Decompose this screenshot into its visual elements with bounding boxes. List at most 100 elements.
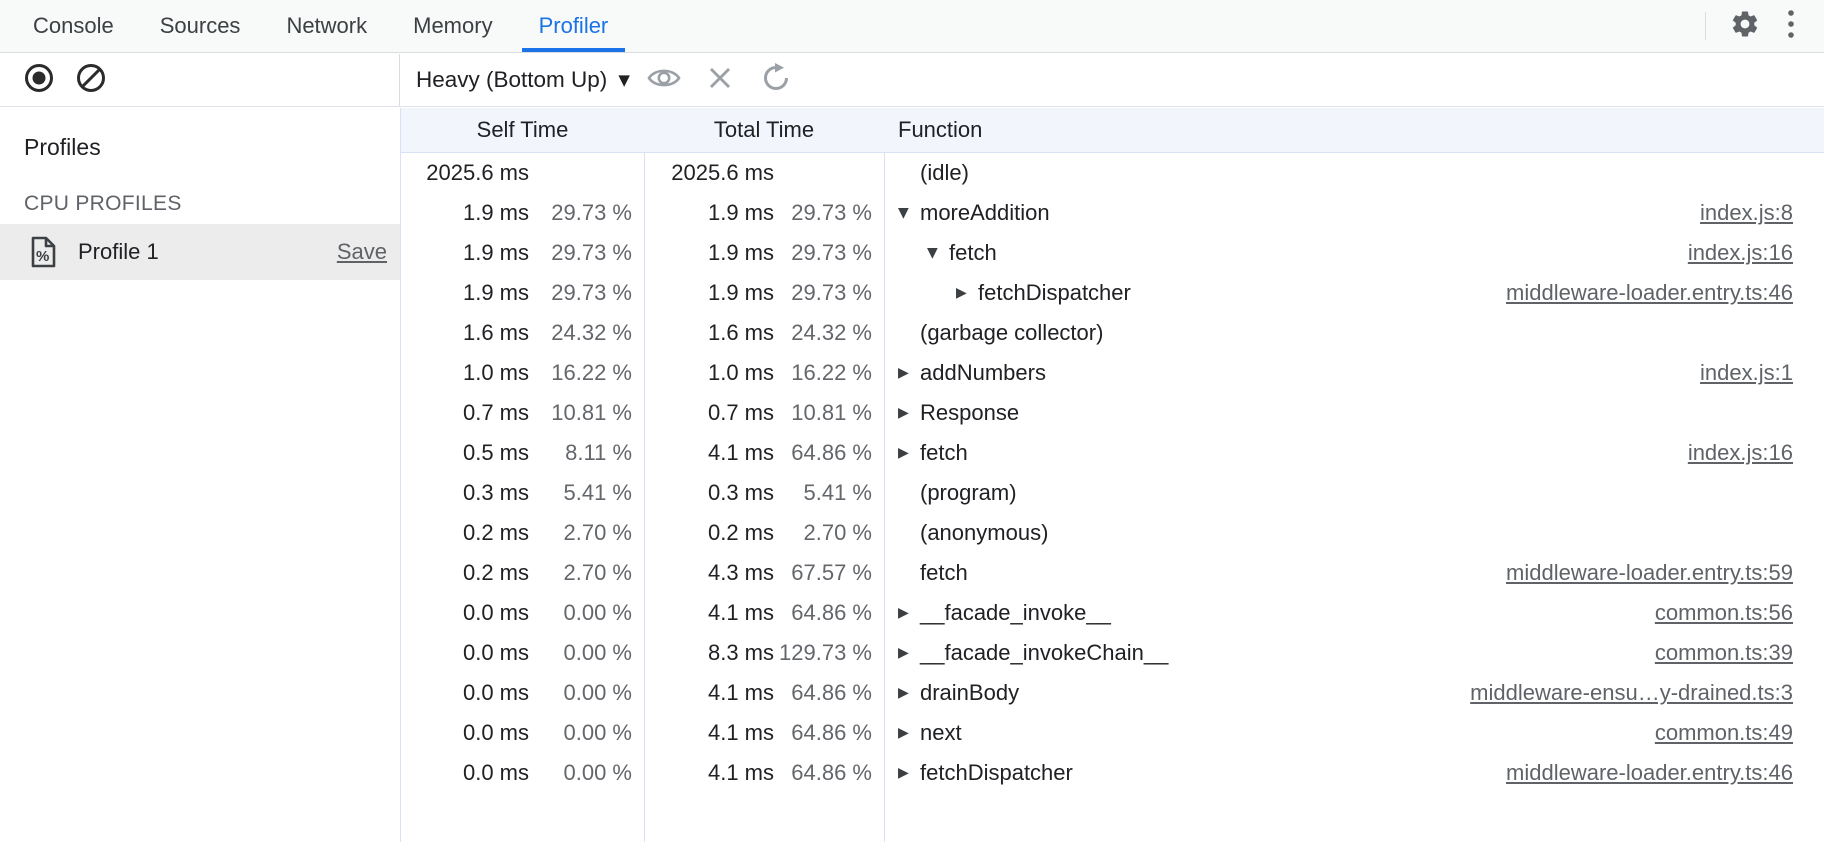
source-location-link[interactable]: middleware-loader.entry.ts:46 [1506, 280, 1793, 306]
settings-button[interactable] [1722, 0, 1768, 52]
function-cell: ▶ addNumbers index.js:1 [884, 353, 1824, 393]
expand-arrow-icon[interactable]: ▶ [898, 365, 920, 381]
total-time-ms: 4.3 ms [644, 560, 774, 586]
expand-arrow-icon[interactable]: ▶ [898, 685, 920, 701]
refresh-icon [761, 63, 791, 98]
devtools-profiler-panel: Console Sources Network Memory Profiler [0, 0, 1824, 842]
self-time-cell: 1.6 ms 24.32 % [401, 320, 644, 346]
function-name: moreAddition [920, 200, 1050, 226]
function-name: (garbage collector) [920, 320, 1103, 346]
self-time-cell: 1.9 ms 29.73 % [401, 280, 644, 306]
tab-console[interactable]: Console [10, 0, 137, 52]
self-time-cell: 0.2 ms 2.70 % [401, 520, 644, 546]
column-header-self-time[interactable]: Self Time [401, 108, 644, 152]
table-row[interactable]: 0.7 ms 10.81 % 0.7 ms 10.81 % ▶ Response [401, 393, 1824, 433]
table-row[interactable]: 0.0 ms 0.00 % 4.1 ms 64.86 % ▶ fetchDisp… [401, 753, 1824, 793]
table-row[interactable]: 0.0 ms 0.00 % 4.1 ms 64.86 % ▶ next comm… [401, 713, 1824, 753]
source-location-link[interactable]: common.ts:49 [1655, 720, 1793, 746]
total-time-cell: 0.7 ms 10.81 % [644, 400, 884, 426]
function-cell: (garbage collector) [884, 313, 1824, 353]
source-location-link[interactable]: index.js:16 [1688, 240, 1793, 266]
table-row[interactable]: 1.9 ms 29.73 % 1.9 ms 29.73 % ▼ moreAddi… [401, 193, 1824, 233]
function-name: fetch [920, 440, 968, 466]
expand-arrow-icon[interactable]: ▶ [898, 725, 920, 741]
profile-document-icon: % [30, 236, 56, 268]
source-location-link[interactable]: middleware-ensu…y-drained.ts:3 [1470, 680, 1793, 706]
self-time-pct: 5.41 % [529, 480, 644, 506]
source-location-link[interactable]: common.ts:39 [1655, 640, 1793, 666]
self-time-cell: 2025.6 ms [401, 160, 644, 186]
table-row[interactable]: 0.2 ms 2.70 % 4.3 ms 67.57 % fetch middl… [401, 553, 1824, 593]
total-time-pct: 67.57 % [774, 560, 884, 586]
tab-network[interactable]: Network [263, 0, 390, 52]
function-cell: ▶ fetch index.js:16 [884, 433, 1824, 473]
exclude-function-button[interactable] [698, 58, 742, 102]
function-cell: ▶ __facade_invoke__ common.ts:56 [884, 593, 1824, 633]
self-time-pct: 8.11 % [529, 440, 644, 466]
source-location-link[interactable]: index.js:1 [1700, 360, 1793, 386]
total-time-cell: 4.1 ms 64.86 % [644, 760, 884, 786]
self-time-pct: 0.00 % [529, 760, 644, 786]
table-row[interactable]: 0.3 ms 5.41 % 0.3 ms 5.41 % (program) [401, 473, 1824, 513]
profile-list-item[interactable]: % Profile 1 Save [0, 224, 400, 280]
expand-arrow-icon[interactable]: ▶ [898, 645, 920, 661]
expand-arrow-icon[interactable]: ▼ [927, 245, 949, 261]
column-header-function[interactable]: Function [884, 108, 1824, 152]
function-cell: ▼ fetch index.js:16 [884, 233, 1824, 273]
tab-profiler[interactable]: Profiler [516, 0, 632, 52]
source-location-link[interactable]: index.js:16 [1688, 440, 1793, 466]
self-time-cell: 0.7 ms 10.81 % [401, 400, 644, 426]
function-name: Response [920, 400, 1019, 426]
table-row[interactable]: 1.9 ms 29.73 % 1.9 ms 29.73 % ▼ fetch in… [401, 233, 1824, 273]
source-location-link[interactable]: middleware-loader.entry.ts:46 [1506, 760, 1793, 786]
more-menu-button[interactable] [1768, 0, 1814, 52]
function-cell: (anonymous) [884, 513, 1824, 553]
save-profile-link[interactable]: Save [337, 239, 387, 265]
self-time-pct: 0.00 % [529, 600, 644, 626]
profile-view-dropdown[interactable]: Heavy (Bottom Up) ▼ [416, 67, 630, 93]
tab-sources[interactable]: Sources [137, 0, 264, 52]
function-name: __facade_invokeChain__ [920, 640, 1168, 666]
expand-arrow-icon[interactable]: ▼ [898, 205, 920, 221]
expand-arrow-icon[interactable]: ▶ [898, 445, 920, 461]
record-profile-button[interactable] [22, 61, 56, 100]
table-row[interactable]: 0.0 ms 0.00 % 4.1 ms 64.86 % ▶ __facade_… [401, 593, 1824, 633]
table-row[interactable]: 0.0 ms 0.00 % 8.3 ms 129.73 % ▶ __facade… [401, 633, 1824, 673]
expand-arrow-icon[interactable]: ▶ [898, 765, 920, 781]
total-time-cell: 2025.6 ms [644, 160, 884, 186]
column-header-total-time[interactable]: Total Time [644, 108, 884, 152]
table-row[interactable]: 2025.6 ms 2025.6 ms (idle) [401, 153, 1824, 193]
view-controls: Heavy (Bottom Up) ▼ [401, 54, 1824, 106]
function-cell: ▶ Response [884, 393, 1824, 433]
self-time-pct: 2.70 % [529, 560, 644, 586]
expand-arrow-icon[interactable]: ▶ [898, 605, 920, 621]
restore-functions-button[interactable] [754, 58, 798, 102]
table-row[interactable]: 0.2 ms 2.70 % 0.2 ms 2.70 % (anonymous) [401, 513, 1824, 553]
function-name: addNumbers [920, 360, 1046, 386]
function-name: drainBody [920, 680, 1019, 706]
self-time-ms: 0.0 ms [401, 760, 529, 786]
total-time-ms: 4.1 ms [644, 680, 774, 706]
table-row[interactable]: 1.0 ms 16.22 % 1.0 ms 16.22 % ▶ addNumbe… [401, 353, 1824, 393]
self-time-pct: 10.81 % [529, 400, 644, 426]
clear-profiles-button[interactable] [74, 61, 108, 100]
total-time-pct: 64.86 % [774, 600, 884, 626]
table-row[interactable]: 0.0 ms 0.00 % 4.1 ms 64.86 % ▶ drainBody… [401, 673, 1824, 713]
table-row[interactable]: 1.9 ms 29.73 % 1.9 ms 29.73 % ▶ fetchDis… [401, 273, 1824, 313]
source-location-link[interactable]: index.js:8 [1700, 200, 1793, 226]
total-time-pct: 24.32 % [774, 320, 884, 346]
tab-memory[interactable]: Memory [390, 0, 515, 52]
expand-arrow-icon[interactable]: ▶ [956, 285, 978, 301]
expand-arrow-icon[interactable]: ▶ [898, 405, 920, 421]
table-row[interactable]: 1.6 ms 24.32 % 1.6 ms 24.32 % (garbage c… [401, 313, 1824, 353]
function-cell: (idle) [884, 153, 1824, 193]
total-time-pct: 129.73 % [774, 640, 884, 666]
source-location-link[interactable]: middleware-loader.entry.ts:59 [1506, 560, 1793, 586]
source-location-link[interactable]: common.ts:56 [1655, 600, 1793, 626]
table-row[interactable]: 0.5 ms 8.11 % 4.1 ms 64.86 % ▶ fetch ind… [401, 433, 1824, 473]
total-time-pct: 64.86 % [774, 440, 884, 466]
focus-visibility-button[interactable] [642, 58, 686, 102]
self-time-cell: 0.0 ms 0.00 % [401, 640, 644, 666]
self-time-pct: 0.00 % [529, 720, 644, 746]
total-time-ms: 4.1 ms [644, 760, 774, 786]
